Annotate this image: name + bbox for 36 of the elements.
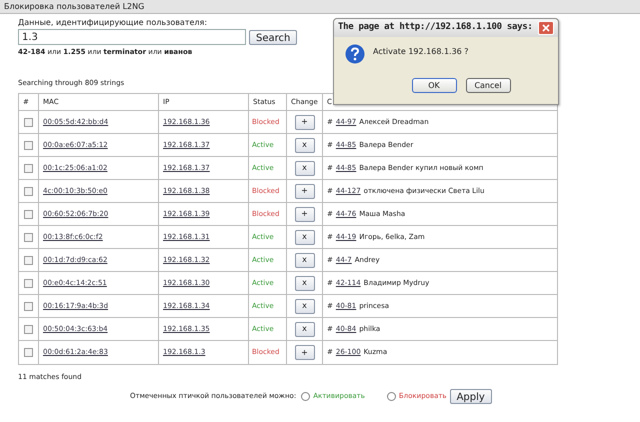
toggle-button[interactable]: + — [294, 206, 314, 222]
row-checkbox[interactable] — [24, 118, 33, 126]
row-checkbox[interactable] — [24, 210, 33, 218]
dialog-button[interactable]: Cancel — [466, 78, 510, 93]
window-title: Блокировка пользователей L2NG — [4, 0, 144, 12]
radio-button[interactable] — [386, 392, 396, 400]
toggle-button[interactable]: + — [294, 184, 314, 198]
row-checkbox[interactable] — [24, 140, 33, 150]
row-checkbox[interactable] — [24, 324, 33, 334]
row-checkbox[interactable] — [24, 186, 33, 196]
search-label: Данные, идентифицирующие пользователя: — [18, 18, 208, 28]
close-icon — [542, 24, 550, 32]
row-checkbox[interactable] — [24, 232, 33, 242]
dialog-title: The page at http://192.168.1.100 says: — [338, 21, 533, 34]
search-field[interactable]: 1.3 — [18, 29, 246, 45]
search-button[interactable]: Search — [249, 30, 298, 44]
row-checkbox[interactable] — [24, 164, 33, 172]
close-button[interactable] — [538, 21, 554, 35]
apply-button[interactable]: Apply — [450, 388, 492, 404]
toggle-button[interactable]: + — [294, 114, 314, 130]
toggle-button[interactable]: x — [294, 322, 314, 336]
toggle-button[interactable]: x — [294, 230, 314, 244]
row-checkbox[interactable] — [24, 256, 33, 264]
toggle-button[interactable]: x — [294, 298, 314, 314]
toggle-button[interactable]: x — [294, 138, 314, 152]
toggle-button[interactable]: x — [294, 276, 314, 290]
toggle-button[interactable]: + — [294, 345, 314, 360]
toggle-button[interactable]: x — [294, 252, 314, 268]
toggle-button[interactable]: x — [294, 160, 314, 176]
dialog-message: Activate 192.168.1.36 ? — [373, 46, 469, 58]
row-checkbox[interactable] — [24, 278, 33, 288]
radio-button[interactable] — [301, 392, 310, 400]
dialog-button[interactable]: OK — [412, 78, 456, 93]
row-checkbox[interactable] — [24, 348, 33, 357]
row-checkbox[interactable] — [24, 302, 33, 310]
question-icon — [345, 44, 365, 64]
